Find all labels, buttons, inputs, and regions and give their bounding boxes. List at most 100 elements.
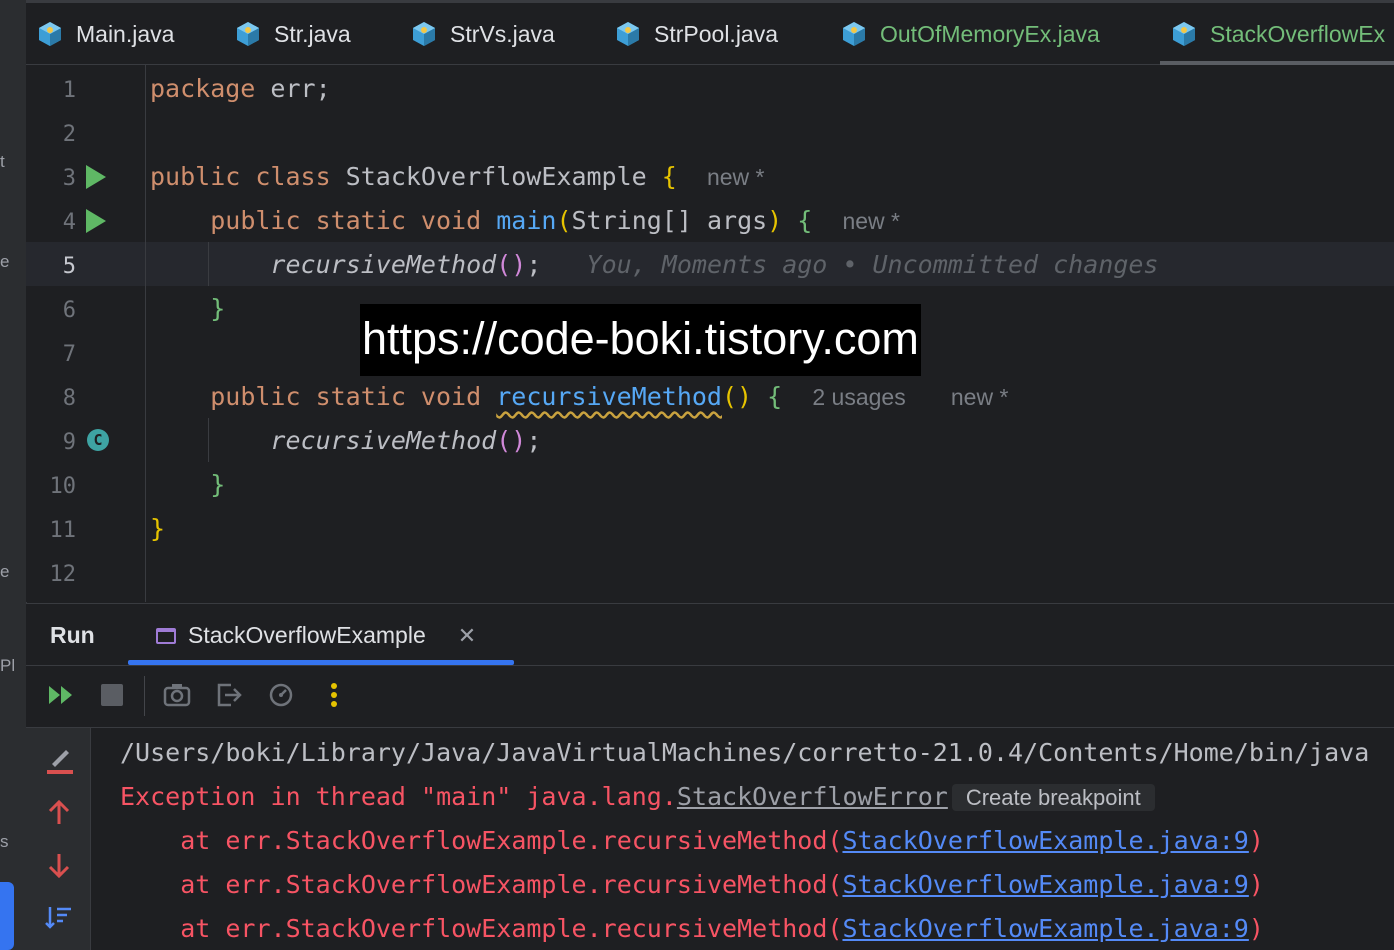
paren: ( — [556, 206, 572, 235]
exit-icon[interactable] — [214, 680, 244, 710]
keyword: package — [150, 74, 256, 103]
trace-text: ) — [1248, 826, 1264, 855]
paren: () — [722, 382, 753, 411]
line-number: 3 — [62, 166, 76, 191]
profiler-icon[interactable] — [266, 680, 296, 710]
line-number: 4 — [62, 210, 76, 235]
run-class-icon[interactable] — [86, 165, 106, 189]
code-line-8: public static void recursiveMethod() { 2… — [150, 375, 1008, 419]
java-class-icon — [1173, 22, 1195, 46]
run-main-icon[interactable] — [86, 209, 106, 233]
camera-icon[interactable] — [162, 680, 192, 710]
tab-label: OutOfMemoryEx.java — [880, 20, 1100, 47]
code-line-11: } — [150, 507, 165, 551]
code-line-3: public class StackOverflowExample { new … — [150, 155, 764, 199]
tab-label: Main.java — [76, 20, 175, 47]
console-exception-line: Exception in thread "main" java.lang.Sta… — [120, 775, 1155, 819]
console-icon — [156, 627, 176, 644]
tab-label: StrVs.java — [450, 20, 555, 47]
line-number: 11 — [49, 518, 77, 543]
tab-stackoverflowexample-java[interactable]: StackOverflowEx — [1170, 3, 1385, 65]
tab-outofmemoryex-java[interactable]: OutOfMemoryEx.java — [840, 3, 1100, 65]
tab-label: StrPool.java — [654, 20, 779, 47]
brace: { — [797, 206, 813, 235]
line-number: 8 — [62, 386, 76, 411]
brace: { — [767, 382, 783, 411]
line-number-current: 5 — [62, 254, 76, 279]
trace-text: at err.StackOverflowExample.recursiveMet… — [120, 870, 843, 899]
code-line-6: } — [150, 287, 225, 331]
strip-active-indicator[interactable] — [0, 882, 14, 950]
java-class-icon — [413, 22, 435, 46]
new-hint[interactable]: new * — [951, 384, 1009, 410]
strip-fragment: e — [0, 252, 10, 271]
toolbar-separator — [144, 676, 145, 716]
run-panel-title: Run — [50, 622, 95, 648]
brace: } — [210, 294, 226, 323]
strip-fragment: t — [0, 152, 5, 171]
run-tool-window-header: Run StackOverflowExample ✕ — [26, 603, 1394, 666]
console-output[interactable]: /Users/boki/Library/Java/JavaVirtualMach… — [91, 728, 1394, 950]
keyword: public static void — [210, 206, 482, 235]
close-icon[interactable]: ✕ — [458, 623, 476, 649]
create-breakpoint-button[interactable]: Create breakpoint — [951, 784, 1155, 811]
exception-text: Exception in thread "main" java.lang. — [120, 782, 677, 811]
arrow-up-icon[interactable] — [44, 798, 74, 828]
tab-label: Str.java — [274, 20, 351, 47]
strip-fragment: e — [0, 562, 10, 581]
line-number: 9 — [62, 430, 76, 455]
gutter-divider — [145, 65, 146, 602]
editor-tab-bar: Main.java Str.java StrVs.java StrPool.ja… — [26, 0, 1394, 65]
trace-text: at err.StackOverflowExample.recursiveMet… — [120, 826, 843, 855]
console-path-line: /Users/boki/Library/Java/JavaVirtualMach… — [120, 738, 1370, 767]
new-hint[interactable]: new * — [707, 164, 765, 190]
recursive-call-icon[interactable]: C — [87, 429, 109, 451]
run-config-tab[interactable]: StackOverflowExample ✕ — [156, 622, 476, 649]
stack-trace-line: at err.StackOverflowExample.recursiveMet… — [120, 907, 1264, 950]
tab-strpool-java[interactable]: StrPool.java — [614, 3, 778, 65]
sort-icon[interactable] — [44, 902, 74, 932]
keyword: public class — [150, 162, 331, 191]
code-line-10: } — [150, 463, 225, 507]
console-side-toolbar — [26, 728, 91, 950]
new-hint[interactable]: new * — [842, 208, 900, 234]
tab-str-java[interactable]: Str.java — [234, 3, 351, 65]
source-link[interactable]: StackOverflowExample.java:9 — [842, 914, 1248, 943]
clear-console-icon[interactable] — [44, 746, 74, 776]
tab-strvs-java[interactable]: StrVs.java — [410, 3, 555, 65]
semicolon: ; — [526, 426, 542, 455]
trace-text: at err.StackOverflowExample.recursiveMet… — [120, 914, 843, 943]
run-tab-label: StackOverflowExample — [188, 622, 426, 648]
paren: ) — [767, 206, 783, 235]
rerun-icon[interactable] — [46, 680, 76, 710]
strip-fragment: Pl — [0, 656, 16, 675]
line-number: 12 — [49, 562, 77, 587]
paren: () — [496, 250, 527, 279]
run-toolbar — [26, 666, 1394, 728]
method-name: main — [496, 206, 557, 235]
params: String[] args — [571, 206, 768, 235]
java-class-icon — [237, 22, 259, 46]
source-link[interactable]: StackOverflowExample.java:9 — [842, 826, 1248, 855]
exception-class-link[interactable]: StackOverflowError — [677, 782, 948, 811]
git-blame-annotation[interactable]: You, Moments ago • Uncommitted changes — [587, 250, 1159, 279]
source-link[interactable]: StackOverflowExample.java:9 — [842, 870, 1248, 899]
usages-hint[interactable]: 2 usages — [812, 384, 905, 410]
java-class-icon — [39, 22, 61, 46]
more-icon[interactable] — [319, 680, 349, 710]
code-line-5: recursiveMethod(); You, Moments ago • Un… — [150, 243, 1158, 287]
stop-icon[interactable] — [97, 680, 127, 710]
semicolon: ; — [526, 250, 542, 279]
keyword: public static void — [210, 382, 482, 411]
trace-text: ) — [1248, 870, 1264, 899]
code-line-1: package err; — [150, 67, 331, 111]
arrow-down-icon[interactable] — [44, 850, 74, 880]
stack-trace-line: at err.StackOverflowExample.recursiveMet… — [120, 819, 1264, 863]
tab-main-java[interactable]: Main.java — [36, 3, 174, 65]
paren: () — [496, 426, 527, 455]
run-tab-indicator — [128, 660, 514, 665]
left-tool-strip: t e e Pl s — [0, 0, 27, 950]
brace: } — [210, 470, 226, 499]
java-class-icon — [617, 22, 639, 46]
line-number: 7 — [62, 342, 76, 367]
